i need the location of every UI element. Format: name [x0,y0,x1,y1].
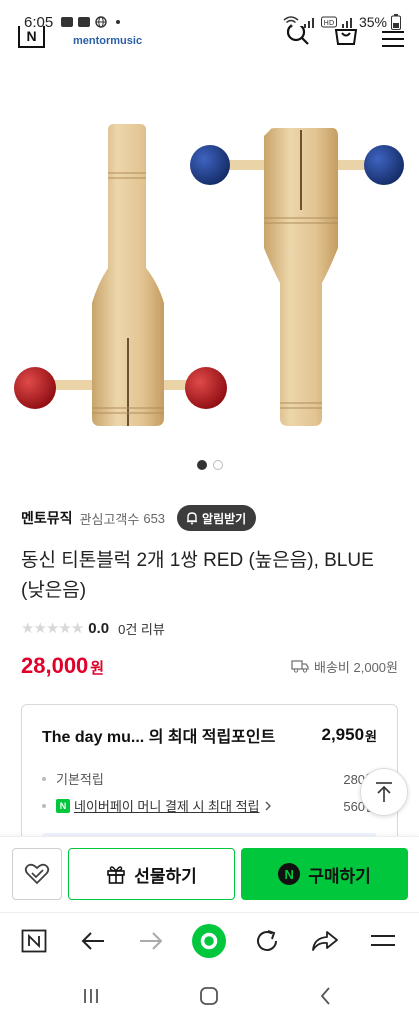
points-total-unit: 원 [365,728,377,744]
buy-label: 구매하기 [308,866,371,886]
carousel-dot-2[interactable] [212,460,223,470]
carousel-indicator [0,460,419,470]
purchase-bar: 선물하기 N 구매하기 [0,836,419,911]
carousel-dot-1[interactable] [196,460,207,470]
chevron-right-icon [265,801,271,810]
wishlist-button[interactable] [12,848,62,900]
store-name[interactable]: 멘토뮤직 [21,508,73,528]
bullet [42,776,46,781]
notify-button[interactable]: 알림받기 [177,505,257,531]
header-actions [285,26,405,48]
naver-home-icon[interactable] [16,923,52,959]
price-row: 28,000 원 배송비 2,000원 [21,650,398,682]
rating-row[interactable]: ★ ★ ★ ★ ★ 0.0 0건 리뷰 [21,617,165,639]
bell-plus-icon [187,512,198,525]
star-icon: ★ [45,620,59,637]
points-header[interactable]: The day mu... 의 최대 적립포인트 2,950 원 [22,705,397,765]
shipping-fee: 배송비 2,000원 [314,659,398,675]
brand-name[interactable]: mentormusic [73,35,142,47]
price-unit: 원 [90,660,105,677]
store-logo[interactable]: N [18,26,45,48]
browser-toolbar [0,912,419,968]
scroll-top-button[interactable] [360,768,408,816]
store-row: 멘토뮤직 관심고객수 653 알림받기 [21,504,399,532]
star-icon: ★ [70,620,84,637]
red-mallet-ball [14,367,56,409]
followers-count: 653 [143,510,166,526]
buy-button[interactable]: N 구매하기 [241,848,408,900]
points-line-npay[interactable]: N 네이버페이 머니 결제 시 최대 적립 560원 [22,792,397,819]
points-line-label: 기본적립 [56,772,104,787]
app-header: N mentormusic [0,26,419,56]
search-icon[interactable] [285,26,311,48]
points-line-label[interactable]: 네이버페이 머니 결제 시 최대 적립 [74,796,260,815]
refresh-icon[interactable] [249,923,285,959]
notify-label: 알림받기 [202,511,247,526]
gift-icon [107,866,126,884]
forward-arrow-icon[interactable] [133,923,169,959]
back-arrow-icon[interactable] [75,923,111,959]
points-line-basic: 기본적립 280원 [22,765,397,792]
price: 28,000 [21,653,89,678]
system-nav-bar [0,968,419,1024]
heart-icon [24,863,50,885]
bullet [42,803,46,808]
truck-icon [291,660,309,673]
points-total: 2,950 [321,725,365,744]
recent-apps-icon[interactable] [76,982,106,1010]
star-icon: ★ [58,620,71,637]
green-dot-icon[interactable] [191,923,227,959]
review-count[interactable]: 0건 리뷰 [118,619,165,638]
share-icon[interactable] [307,923,343,959]
product-image[interactable] [0,118,419,438]
tone-block-image [14,124,404,426]
rating-value: 0.0 [88,619,110,637]
points-title: The day mu... 의 최대 적립포인트 [42,729,276,746]
menu-icon[interactable] [365,923,401,959]
naver-pay-icon: N [278,863,301,885]
shipping-info: 배송비 2,000원 [291,657,398,676]
dot-icon [116,20,121,24]
npay-icon: N [56,798,70,813]
followers-label: 관심고객수 [79,511,140,527]
gift-label: 선물하기 [134,866,197,886]
menu-icon[interactable] [381,26,405,48]
rating-stars: ★ ★ ★ ★ ★ [21,619,84,637]
back-icon[interactable] [311,982,341,1010]
points-box: The day mu... 의 최대 적립포인트 2,950 원 기본적립 28… [21,704,398,844]
home-icon[interactable] [194,982,224,1010]
star-icon: ★ [33,620,46,637]
gift-button[interactable]: 선물하기 [68,848,235,900]
star-icon: ★ [21,620,34,637]
cart-icon[interactable] [333,26,359,48]
arrow-up-icon [376,782,392,802]
product-title: 동신 티톤블럭 2개 1쌍 RED (높은음), BLUE (낮은음) [21,550,374,601]
